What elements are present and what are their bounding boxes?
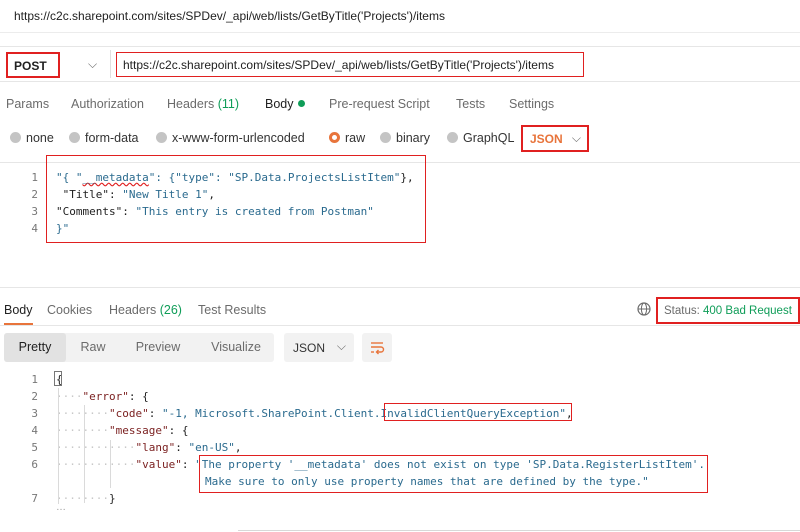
status-label: Status:: [664, 305, 700, 317]
headers-count: (11): [217, 97, 240, 111]
code-key: "value": [135, 458, 182, 471]
tab-label: Headers: [167, 97, 215, 111]
view-mode-preview[interactable]: Preview: [124, 333, 192, 362]
status-value: 400 Bad Request: [703, 305, 792, 317]
radio-raw[interactable]: raw: [329, 131, 365, 145]
radio-icon: [10, 132, 21, 143]
radio-icon: [69, 132, 80, 143]
tab-response-body[interactable]: Body: [4, 303, 33, 325]
tab-settings[interactable]: Settings: [509, 97, 554, 111]
tab-cookies[interactable]: Cookies: [47, 303, 92, 317]
radio-x-www-form-urlencoded[interactable]: x-www-form-urlencoded: [156, 131, 305, 145]
tab-label: Headers: [109, 303, 157, 317]
indent-guide: ········: [56, 424, 109, 437]
code-line: ········"message": {: [56, 424, 188, 437]
body-format-select[interactable]: JSON ⌵: [521, 125, 589, 152]
code-string: "-1, Microsoft.SharePoint.Client.: [161, 407, 381, 420]
indent-guide: ············: [56, 458, 136, 471]
chevron-down-icon[interactable]: ⌵: [88, 57, 97, 72]
tab-tests[interactable]: Tests: [456, 97, 485, 111]
tab-params[interactable]: Params: [6, 97, 49, 111]
more-icon: …: [56, 502, 66, 513]
radio-none[interactable]: none: [10, 131, 54, 145]
radio-icon: [156, 132, 167, 143]
highlight-box: [384, 403, 572, 421]
radio-graphql[interactable]: GraphQL: [447, 131, 514, 145]
tab-headers[interactable]: Headers (11): [167, 97, 239, 111]
view-mode-visualize[interactable]: Visualize: [198, 333, 274, 362]
line-number: 7: [31, 492, 38, 505]
code-string: "en-US": [188, 441, 235, 454]
tab-response-headers[interactable]: Headers (26): [109, 303, 182, 317]
line-number: 3: [31, 407, 38, 420]
line-number: 5: [31, 441, 38, 454]
radio-label: x-www-form-urlencoded: [172, 131, 305, 145]
tab-test-results[interactable]: Test Results: [198, 303, 266, 317]
radio-label: raw: [345, 131, 366, 145]
response-format-select[interactable]: JSON ⌵: [284, 333, 354, 362]
radio-label: form-data: [85, 131, 139, 145]
radio-checked-icon: [329, 132, 340, 143]
globe-icon[interactable]: [637, 302, 651, 316]
code-key: "lang": [135, 441, 176, 454]
indent-guide: ············: [56, 441, 136, 454]
code-key: "message": [108, 424, 169, 437]
page-url-title: https://c2c.sharepoint.com/sites/SPDev/_…: [14, 9, 445, 23]
line-number: 4: [31, 222, 38, 235]
view-mode-raw[interactable]: Raw: [66, 333, 120, 362]
indent-guide-line: [58, 388, 59, 504]
indent-guide: ········: [56, 407, 109, 420]
code-token: }: [108, 492, 116, 505]
indent-guide-line: [84, 405, 85, 503]
radio-label: binary: [396, 131, 431, 145]
line-number: 6: [31, 458, 38, 471]
radio-label: none: [26, 131, 54, 145]
divider: [0, 325, 800, 326]
code-key: "code": [108, 407, 149, 420]
radio-icon: [380, 132, 391, 143]
bracket-match-box: [54, 371, 62, 386]
view-mode-pretty[interactable]: Pretty: [4, 333, 66, 362]
headers-count: (26): [159, 303, 182, 317]
wrap-lines-icon: [371, 342, 385, 355]
highlight-box: [46, 155, 426, 243]
code-token: ,: [234, 441, 242, 454]
chevron-down-icon: ⌵: [571, 131, 581, 145]
code-key: "error": [82, 390, 129, 403]
line-number: 4: [31, 424, 38, 437]
divider: [0, 32, 800, 33]
indent-guide-line: [110, 440, 111, 488]
radio-binary[interactable]: binary: [380, 131, 430, 145]
line-number: 2: [31, 188, 38, 201]
highlight-box: [199, 455, 708, 493]
divider: [110, 50, 111, 78]
response-format-label: JSON: [293, 341, 326, 355]
active-dot-icon: [297, 100, 305, 107]
line-number: 2: [31, 390, 38, 403]
line-number: 3: [31, 205, 38, 218]
divider: [238, 530, 800, 531]
code-line: ····"error": {: [56, 390, 149, 403]
response-body-viewer[interactable]: 1 2 3 4 5 6 7 { ····"error": { ········"…: [0, 370, 800, 520]
code-token: : {: [128, 390, 149, 403]
chevron-down-icon: ⌵: [336, 339, 346, 353]
wrap-lines-button[interactable]: [362, 333, 392, 362]
url-input[interactable]: https://c2c.sharepoint.com/sites/SPDev/_…: [116, 52, 584, 77]
status-badge: Status: 400 Bad Request: [656, 297, 800, 324]
radio-form-data[interactable]: form-data: [69, 131, 139, 145]
line-number: 1: [31, 373, 38, 386]
tab-authorization[interactable]: Authorization: [71, 97, 144, 111]
method-select[interactable]: POST: [6, 52, 60, 78]
radio-icon: [447, 132, 458, 143]
radio-label: GraphQL: [463, 131, 515, 145]
tab-pre-request-script[interactable]: Pre-request Script: [329, 97, 430, 111]
indent-guide: ····: [56, 390, 83, 403]
code-token: : {: [168, 424, 189, 437]
tab-body[interactable]: Body: [265, 97, 305, 111]
line-number: 1: [31, 171, 38, 184]
body-format-label: JSON: [530, 132, 563, 146]
tab-label: Body: [265, 97, 294, 111]
